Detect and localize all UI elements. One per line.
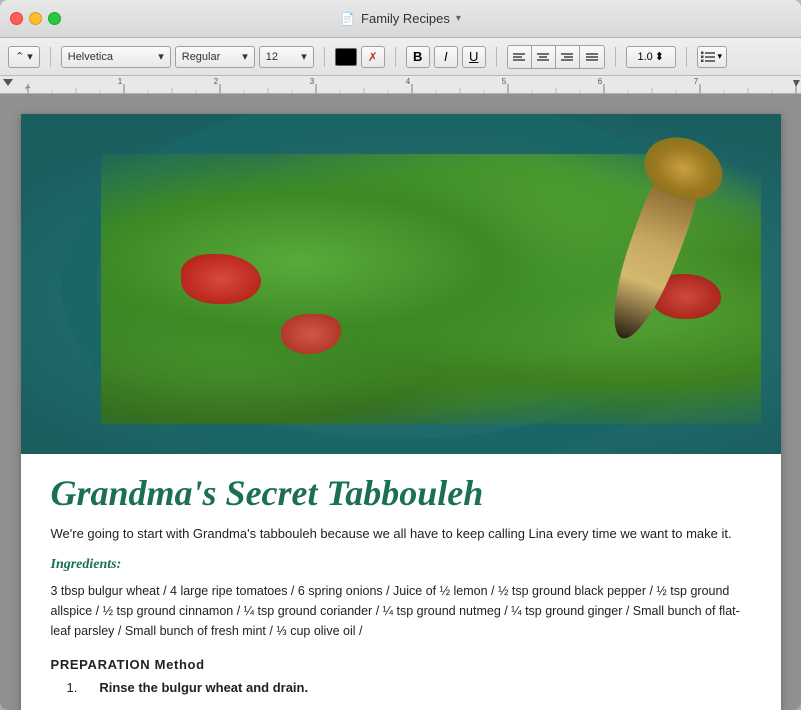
- align-center-icon: [537, 52, 549, 62]
- italic-button[interactable]: I: [434, 46, 458, 68]
- align-justify-button[interactable]: [580, 46, 604, 68]
- maximize-button[interactable]: [48, 12, 61, 25]
- align-justify-icon: [586, 52, 598, 62]
- document-page: Grandma's Secret Tabbouleh We're going t…: [21, 114, 781, 710]
- color-section: ✗: [335, 46, 385, 68]
- font-family-dropdown[interactable]: Helvetica ▾: [61, 46, 171, 68]
- italic-icon: I: [444, 49, 448, 64]
- ruler-svg: 1 2 3 4 5 6 7: [0, 76, 801, 93]
- titlebar: 📄 Family Recipes ▾: [0, 0, 801, 38]
- step-1-number: 1.: [67, 680, 78, 695]
- bold-icon: B: [413, 49, 422, 64]
- step-1-text: Rinse the bulgur wheat and drain.: [99, 680, 308, 695]
- divider-2: [324, 47, 325, 67]
- recipe-intro: We're going to start with Grandma's tabb…: [51, 524, 751, 544]
- align-right-button[interactable]: [556, 46, 580, 68]
- ingredients-list: 3 tbsp bulgur wheat / 4 large ripe tomat…: [51, 581, 751, 641]
- ingredients-label: Ingredients:: [51, 557, 751, 573]
- chevron-down-icon: ▾: [27, 50, 33, 63]
- list-section: ▾: [697, 46, 727, 68]
- list-icon: [701, 51, 715, 63]
- underline-icon: U: [469, 49, 478, 64]
- tomato-1: [181, 254, 261, 304]
- title-chevron-icon[interactable]: ▾: [456, 13, 461, 24]
- alignment-section: [507, 45, 605, 69]
- text-format-section: B I U: [406, 46, 486, 68]
- svg-text:⌐: ⌐: [25, 82, 30, 92]
- chevron-down-icon: ▾: [301, 50, 307, 63]
- document-area[interactable]: Grandma's Secret Tabbouleh We're going t…: [0, 94, 801, 710]
- preparation-header: PREPARATION Method: [51, 657, 751, 672]
- svg-text:3: 3: [310, 77, 315, 86]
- svg-text:1: 1: [118, 77, 123, 86]
- style-icon: ⌃: [15, 50, 24, 63]
- divider-3: [395, 47, 396, 67]
- page-content: Grandma's Secret Tabbouleh We're going t…: [21, 454, 781, 710]
- close-button[interactable]: [10, 12, 23, 25]
- spacing-section: 1.0 ⬍: [626, 46, 676, 68]
- divider-4: [496, 47, 497, 67]
- align-right-icon: [561, 52, 573, 62]
- spacing-arrows-icon: ⬍: [655, 50, 664, 63]
- app-window: 📄 Family Recipes ▾ ⌃ ▾ Helvetica ▾ Regul…: [0, 0, 801, 710]
- window-title: Family Recipes: [361, 11, 450, 26]
- style-button[interactable]: ⌃ ▾: [8, 46, 40, 68]
- hero-image: [21, 114, 781, 454]
- ruler-left-indent-icon[interactable]: [3, 79, 13, 86]
- format-eraser-button[interactable]: ✗: [361, 46, 385, 68]
- svg-text:5: 5: [502, 77, 507, 86]
- recipe-title: Grandma's Secret Tabbouleh: [51, 474, 751, 514]
- divider-6: [686, 47, 687, 67]
- list-chevron-icon: ▾: [717, 51, 722, 62]
- alignment-group: [507, 45, 605, 69]
- ruler: 1 2 3 4 5 6 7: [0, 76, 801, 94]
- eraser-icon: ✗: [368, 50, 378, 64]
- font-family-label: Helvetica: [68, 51, 113, 63]
- font-section: Helvetica ▾ Regular ▾ 12 ▾: [61, 46, 314, 68]
- step-1: 1. Rinse the bulgur wheat and drain.: [51, 680, 751, 695]
- line-spacing-button[interactable]: 1.0 ⬍: [626, 46, 676, 68]
- svg-text:7: 7: [694, 77, 699, 86]
- divider-1: [50, 47, 51, 67]
- align-left-icon: [513, 52, 525, 62]
- font-size-label: 12: [266, 51, 278, 63]
- font-style-label: Regular: [182, 51, 221, 63]
- text-color-picker[interactable]: [335, 48, 357, 66]
- align-left-button[interactable]: [508, 46, 532, 68]
- svg-text:2: 2: [214, 77, 219, 86]
- svg-text:4: 4: [406, 77, 411, 86]
- toolbar: ⌃ ▾ Helvetica ▾ Regular ▾ 12 ▾ ✗: [0, 38, 801, 76]
- font-style-dropdown[interactable]: Regular ▾: [175, 46, 255, 68]
- line-spacing-label: 1.0: [637, 51, 652, 63]
- titlebar-center: 📄 Family Recipes ▾: [340, 11, 461, 26]
- chevron-down-icon: ▾: [242, 50, 248, 63]
- align-center-button[interactable]: [532, 46, 556, 68]
- font-size-dropdown[interactable]: 12 ▾: [259, 46, 314, 68]
- document-icon: 📄: [340, 12, 355, 26]
- style-section: ⌃ ▾: [8, 46, 40, 68]
- list-button[interactable]: ▾: [697, 46, 727, 68]
- bold-button[interactable]: B: [406, 46, 430, 68]
- divider-5: [615, 47, 616, 67]
- minimize-button[interactable]: [29, 12, 42, 25]
- chevron-down-icon: ▾: [158, 50, 164, 63]
- traffic-lights: [10, 12, 61, 25]
- underline-button[interactable]: U: [462, 46, 486, 68]
- svg-text:6: 6: [598, 77, 603, 86]
